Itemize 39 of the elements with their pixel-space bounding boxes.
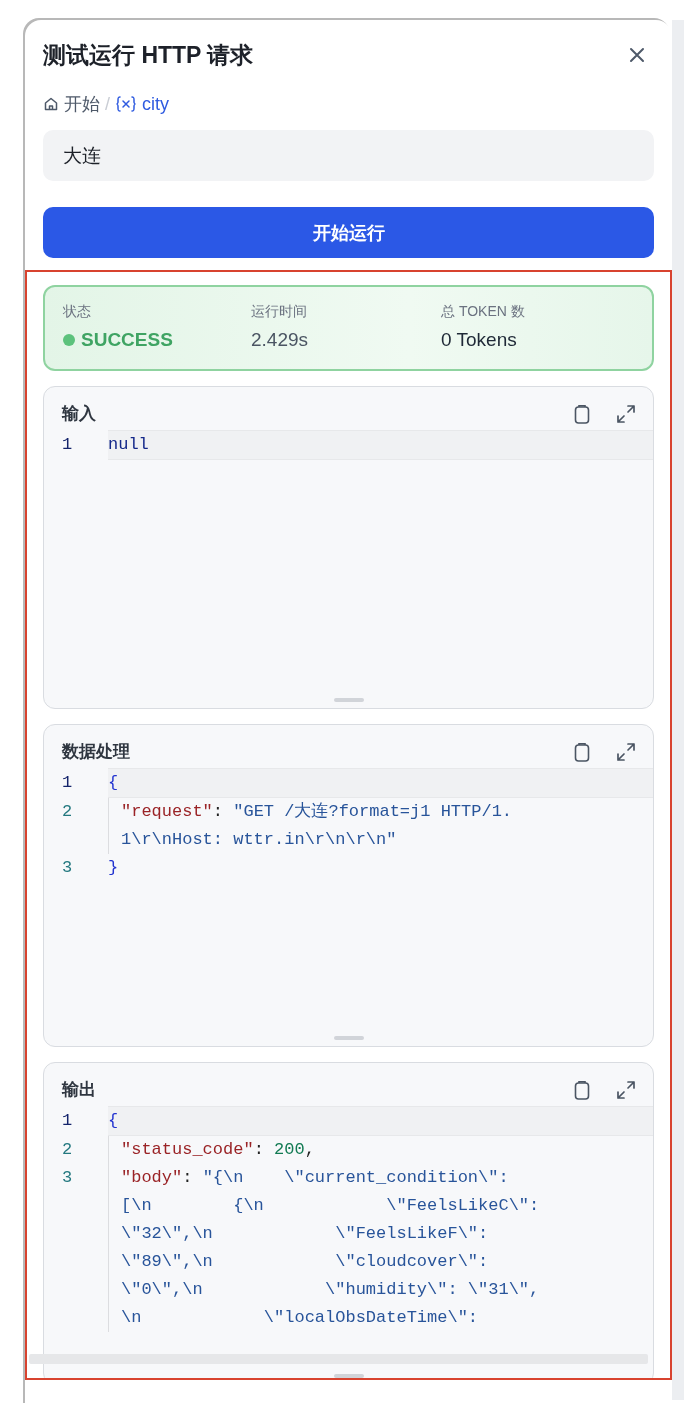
panel-title: 输入 [62,403,97,425]
time-label: 运行时间 [251,303,308,321]
panel-title: 输出 [62,1079,97,1101]
home-icon [43,96,59,112]
variable-name: city [142,93,169,115]
expand-icon[interactable] [615,402,637,425]
tokens-value: 0 Tokens [441,329,517,351]
code-line: "body": "{\n \"current_condition\": [\n {\n \"FeelsLikeC\": \"32\",\n \"FeelsLikeF\": \"89\",\n \"cloudcover\": \"0\",\n \"humidity\": \"31\", \n \"localObsDateTime\": [108,1163,653,1332]
status-label: 状态 [63,303,92,321]
current-line-highlight: { [108,767,653,798]
line-number: 1 [61,434,74,456]
panel-title: 数据处理 [62,741,131,763]
line-number: 1 [61,1110,74,1132]
line-number: 3 [61,856,74,879]
breadcrumb-separator: / [105,93,110,115]
resize-handle[interactable] [333,1374,364,1378]
current-line-highlight: { [108,1105,653,1136]
run-button[interactable]: 开始运行 [43,207,654,258]
line-number: 2 [61,1138,74,1161]
dialog-title: 测试运行 HTTP 请求 [43,40,254,70]
code-line: "request": "GET /大连?format=j1 HTTP/1. 1\r\nHost: wttr.in\r\n\r\n" [108,797,653,854]
status-dot [63,334,75,346]
code-line: "status_code": 200, [108,1135,653,1164]
status-value: SUCCESS [81,329,173,351]
tokens-label: 总 TOKEN 数 [441,303,526,321]
code-line: } [108,856,120,879]
resize-handle[interactable] [333,1036,364,1040]
line-number: 2 [61,800,74,823]
resize-handle[interactable] [333,698,364,702]
current-line-highlight: null [108,429,653,460]
scrollbar[interactable] [29,1354,648,1364]
line-number: 3 [61,1166,74,1189]
expand-icon[interactable] [615,740,637,763]
expand-icon[interactable] [615,1078,637,1101]
time-value: 2.429s [251,329,309,351]
variable-icon [115,95,137,113]
line-number: 1 [61,772,74,794]
breadcrumb-root: 开始 [64,93,100,116]
input-field[interactable]: 大连 [43,130,654,181]
